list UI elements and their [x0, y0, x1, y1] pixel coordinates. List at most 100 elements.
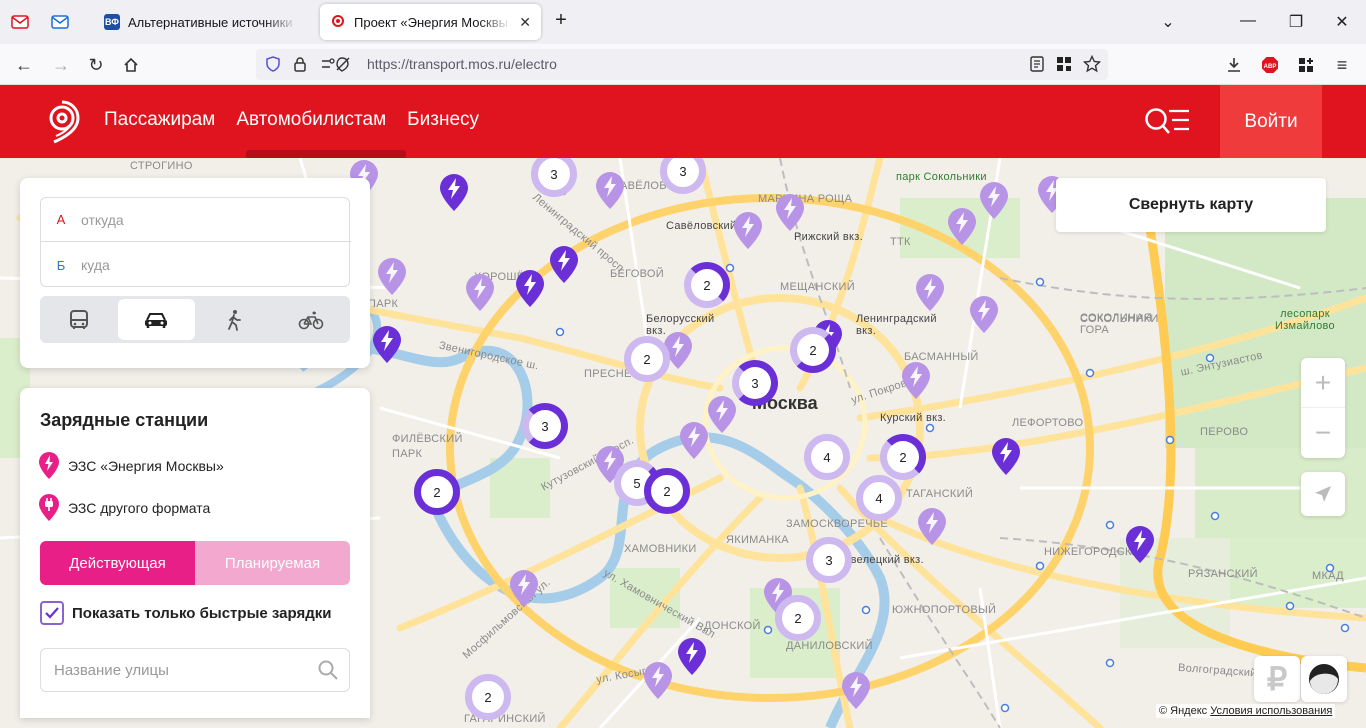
other-charging-pin-icon[interactable]: [732, 210, 764, 250]
other-charging-pin-icon[interactable]: [464, 272, 496, 312]
fast-charging-checkbox[interactable]: [40, 601, 64, 625]
new-tab-button[interactable]: +: [551, 9, 571, 32]
mode-bus-button[interactable]: [40, 296, 118, 343]
tab-energy-moscow[interactable]: Проект «Энергия Москвы» - Е ✕: [320, 4, 541, 40]
home-icon[interactable]: [120, 54, 142, 76]
map-label: ПЕРОВО: [1200, 426, 1249, 438]
other-charging-pin-icon[interactable]: [376, 256, 408, 296]
permissions-icon[interactable]: [320, 56, 356, 72]
map-label: ХАМОВНИКИ: [624, 543, 697, 555]
zoom-in-button[interactable]: +: [1301, 358, 1345, 408]
map-label: ПРЕСНЕ: [584, 368, 632, 380]
other-charging-pin-icon[interactable]: [978, 180, 1010, 220]
back-arrow-icon[interactable]: ←: [13, 54, 35, 76]
station-cluster[interactable]: 2: [775, 595, 821, 641]
station-cluster[interactable]: 2: [465, 674, 511, 720]
status-active-button[interactable]: Действующая: [40, 541, 195, 585]
charging-station-pin-icon[interactable]: [1124, 524, 1156, 564]
other-charging-pin-icon[interactable]: [840, 670, 872, 710]
station-cluster[interactable]: 3: [806, 537, 852, 583]
paid-parking-button[interactable]: ₽: [1254, 656, 1300, 702]
qr-code-icon[interactable]: [1056, 56, 1072, 72]
to-field[interactable]: Б куда: [41, 243, 351, 287]
other-charging-pin-icon[interactable]: [678, 420, 710, 460]
collapse-map-button[interactable]: Свернуть карту: [1056, 178, 1326, 232]
station-cluster[interactable]: 4: [856, 475, 902, 521]
bookmark-star-icon[interactable]: [1083, 55, 1101, 73]
mode-bike-button[interactable]: [273, 296, 351, 343]
nav-business[interactable]: Бизнесу: [407, 109, 479, 131]
station-cluster[interactable]: 3: [522, 403, 568, 449]
terms-of-use-link[interactable]: Условия использования: [1210, 705, 1332, 717]
nav-passengers[interactable]: Пассажирам: [104, 109, 215, 131]
other-charging-pin-icon[interactable]: [774, 192, 806, 232]
extensions-icon[interactable]: [1295, 54, 1317, 76]
gmail-pinned-tab[interactable]: [2, 6, 38, 38]
legend-other-label: ЭЗС другого формата: [68, 500, 211, 516]
status-planned-button[interactable]: Планируемая: [195, 541, 350, 585]
charging-station-pin-icon[interactable]: [371, 324, 403, 364]
charging-station-pin-icon[interactable]: [548, 244, 580, 284]
station-cluster[interactable]: 4: [804, 434, 850, 480]
window-close-icon[interactable]: ✕: [1332, 12, 1352, 32]
other-charging-pin-icon[interactable]: [916, 506, 948, 546]
forward-arrow-icon[interactable]: →: [50, 54, 72, 76]
adblock-icon[interactable]: ABP: [1259, 54, 1281, 76]
charging-station-pin-icon[interactable]: [676, 636, 708, 676]
search-menu-icon[interactable]: [1144, 106, 1190, 136]
tab-list-chevron-icon[interactable]: ⌄: [1158, 12, 1178, 32]
downloads-icon[interactable]: [1223, 54, 1245, 76]
yandex-copyright: © Яндекс: [1159, 705, 1208, 717]
login-button[interactable]: Войти: [1220, 85, 1322, 158]
station-cluster[interactable]: 2: [684, 262, 730, 308]
nav-motorists[interactable]: Автомобилистам: [236, 109, 386, 131]
other-charging-pin-icon[interactable]: [900, 360, 932, 400]
other-charging-pin-icon[interactable]: [968, 294, 1000, 334]
layers-icon: [1309, 664, 1339, 694]
locate-me-button[interactable]: [1301, 472, 1345, 516]
station-cluster[interactable]: 2: [624, 336, 670, 382]
map-layers-button[interactable]: [1301, 656, 1347, 702]
pedestrian-icon: [227, 309, 241, 331]
maximize-icon[interactable]: ❐: [1286, 12, 1306, 32]
reload-icon[interactable]: ↻: [85, 54, 107, 76]
other-charging-pin-icon[interactable]: [508, 568, 540, 608]
other-charging-pin-icon[interactable]: [594, 170, 626, 210]
mode-walk-button[interactable]: [195, 296, 273, 343]
map-label: ЛЕФОРТОВО: [1012, 417, 1084, 429]
search-icon[interactable]: [317, 659, 339, 681]
hamburger-menu-icon[interactable]: ≡: [1331, 54, 1353, 76]
checkmark-icon: [45, 607, 59, 619]
mos-transport-logo-icon[interactable]: [40, 98, 84, 146]
station-cluster[interactable]: 2: [644, 468, 690, 514]
station-cluster[interactable]: 3: [732, 360, 778, 406]
zoom-out-button[interactable]: −: [1301, 408, 1345, 458]
station-cluster[interactable]: 2: [790, 327, 836, 373]
vf-favicon-icon: ВФ: [104, 14, 120, 30]
mail-pinned-tab[interactable]: [42, 6, 78, 38]
fast-charging-filter[interactable]: Показать только быстрые зарядки: [40, 601, 331, 625]
other-charging-pin-icon[interactable]: [946, 206, 978, 246]
charging-station-pin-icon[interactable]: [438, 172, 470, 212]
street-search-placeholder: Название улицы: [54, 661, 169, 679]
charging-station-pin-icon[interactable]: [990, 436, 1022, 476]
station-cluster[interactable]: 2: [880, 434, 926, 480]
mode-car-button[interactable]: [117, 299, 195, 340]
close-tab-icon[interactable]: ✕: [519, 14, 531, 31]
address-bar[interactable]: https://transport.mos.ru/electro: [256, 49, 1108, 80]
other-charging-pin-icon[interactable]: [706, 394, 738, 434]
legend-own-label: ЭЗС «Энергия Москвы»: [68, 458, 224, 474]
street-search-input[interactable]: Название улицы: [40, 648, 350, 692]
minimize-icon[interactable]: —: [1238, 12, 1258, 30]
shield-icon[interactable]: [265, 56, 281, 72]
map-label: СОКОЛИНАЯ ГОРА: [1080, 312, 1153, 336]
from-field[interactable]: А откуда: [41, 198, 351, 242]
reader-view-icon[interactable]: [1029, 56, 1045, 72]
other-charging-pin-icon[interactable]: [914, 272, 946, 312]
charging-station-pin-icon[interactable]: [514, 268, 546, 308]
station-cluster[interactable]: 2: [414, 469, 460, 515]
lock-icon[interactable]: [293, 56, 307, 72]
plug-station-icon: [39, 494, 59, 521]
tab-alternative-sources[interactable]: ВФ Альтернативные источники эн: [94, 4, 316, 40]
other-charging-pin-icon[interactable]: [642, 660, 674, 700]
